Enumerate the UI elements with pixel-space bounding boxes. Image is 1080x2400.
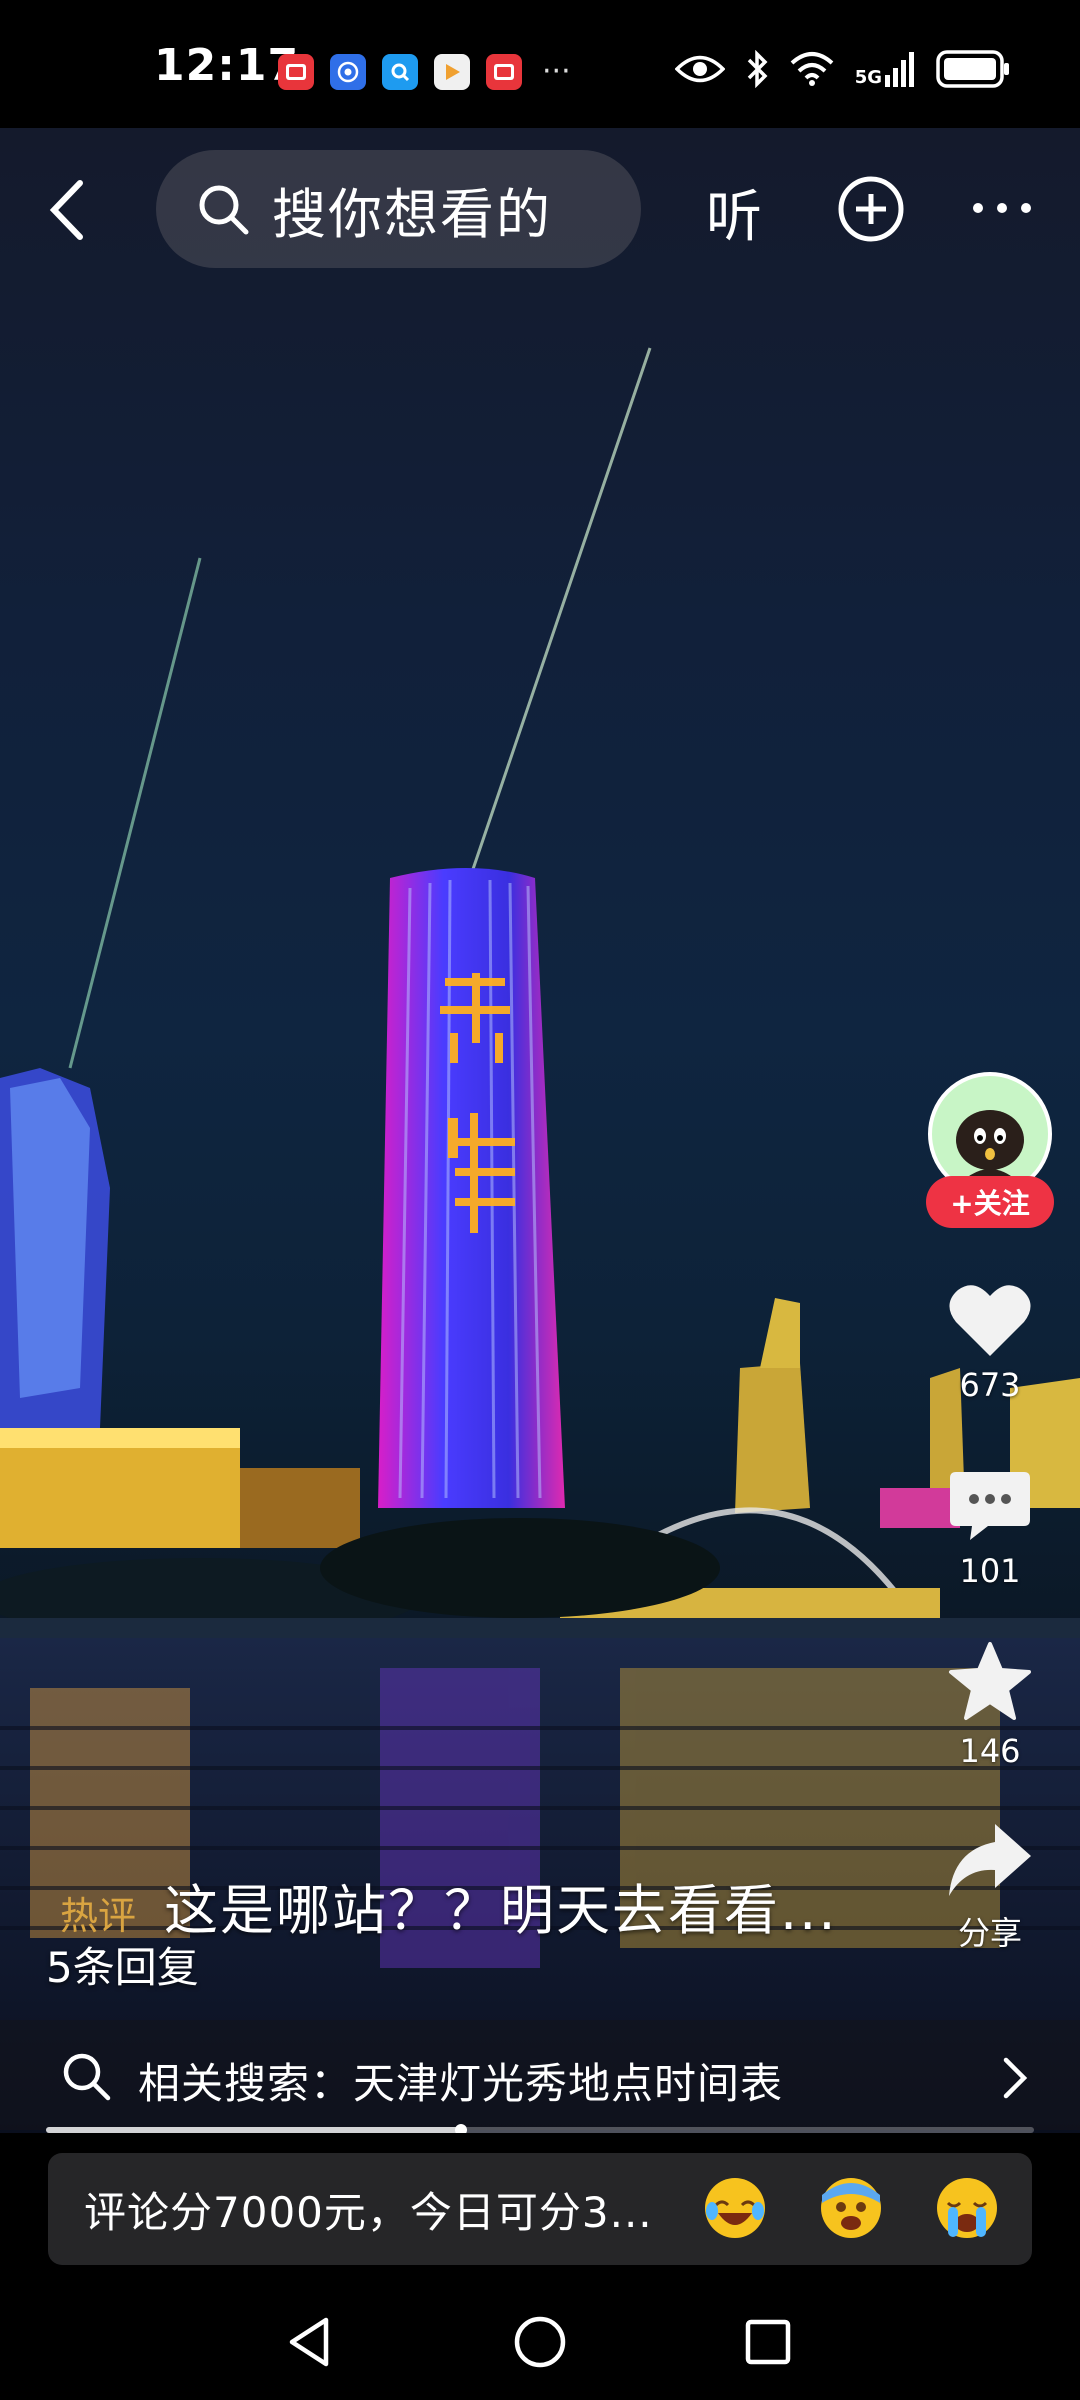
- red-app-icon: [486, 54, 522, 90]
- blue-shield-app-icon: [330, 54, 366, 90]
- more-notifications-icon: ···: [542, 54, 571, 89]
- notification-icons: ···: [278, 54, 571, 90]
- heart-icon: [949, 1285, 1031, 1356]
- eye-icon: [674, 55, 725, 83]
- listen-button[interactable]: 听: [706, 172, 762, 253]
- favorite-button[interactable]: 146: [920, 1640, 1060, 1770]
- add-circle-icon[interactable]: [836, 174, 906, 244]
- system-icons: 5G: [674, 50, 1010, 88]
- nav-back-icon[interactable]: [280, 2312, 340, 2372]
- favorite-count: 146: [959, 1732, 1021, 1770]
- bluetooth-icon: [747, 50, 768, 88]
- star-icon: [949, 1642, 1031, 1720]
- share-icon: [949, 1824, 1031, 1896]
- hot-comment-tag: 热评: [60, 1894, 137, 1938]
- status-bar: 12:17 ··· 5G: [0, 0, 1080, 128]
- more-options-icon[interactable]: [970, 200, 1034, 216]
- nav-home-icon[interactable]: [510, 2312, 570, 2372]
- search-placeholder: 搜你想看的: [272, 182, 552, 246]
- comment-placeholder: 评论分7000元，今日可分3...: [84, 2187, 653, 2237]
- back-arrow-icon[interactable]: [40, 175, 100, 245]
- comment-count: 101: [959, 1552, 1021, 1590]
- follow-button[interactable]: +关注: [926, 1176, 1054, 1228]
- crying-emoji[interactable]: [934, 2175, 1000, 2241]
- hot-comment-text: 这是哪站？？明天去看看...: [164, 1879, 838, 1942]
- related-search-bar[interactable]: 相关搜索：天津灯光秀地点时间表: [0, 2020, 1080, 2130]
- wifi-icon: [790, 52, 834, 86]
- nav-recents-icon[interactable]: [738, 2312, 798, 2372]
- comment-icon: [950, 1472, 1030, 1540]
- play-app-icon: [434, 54, 470, 90]
- share-label: 分享: [957, 1914, 1022, 1952]
- system-navigation-bar: [0, 2280, 1080, 2400]
- blue-search-app-icon: [382, 54, 418, 90]
- replies-link[interactable]: 5条回复: [46, 1934, 199, 1995]
- night-city-scene: [0, 347, 1080, 2133]
- comment-input[interactable]: 评论分7000元，今日可分3...: [48, 2153, 1032, 2265]
- search-icon: [199, 185, 249, 235]
- chevron-right-icon: [1003, 2057, 1028, 2099]
- like-count: 673: [959, 1366, 1021, 1404]
- top-bar: 搜你想看的 听: [0, 150, 1080, 270]
- red-app-icon: [278, 54, 314, 90]
- avatar-image: [952, 1110, 1028, 1192]
- battery-icon: [936, 50, 1009, 88]
- share-button[interactable]: 分享: [920, 1820, 1060, 1954]
- search-icon: [63, 2053, 111, 2101]
- signal-indicator: 5G: [855, 51, 916, 87]
- laughing-crying-emoji[interactable]: [702, 2175, 768, 2241]
- comment-area: 评论分7000元，今日可分3...: [0, 2133, 1080, 2280]
- video-player[interactable]: [0, 128, 1080, 2133]
- like-button[interactable]: 673: [920, 1282, 1060, 1404]
- anxious-emoji[interactable]: [818, 2175, 884, 2241]
- related-search-text: 相关搜索：天津灯光秀地点时间表: [138, 2059, 784, 2108]
- network-type-label: 5G: [854, 67, 882, 88]
- search-bar[interactable]: 搜你想看的: [156, 150, 641, 268]
- signal-icon: [885, 52, 914, 87]
- comment-button[interactable]: 101: [920, 1468, 1060, 1590]
